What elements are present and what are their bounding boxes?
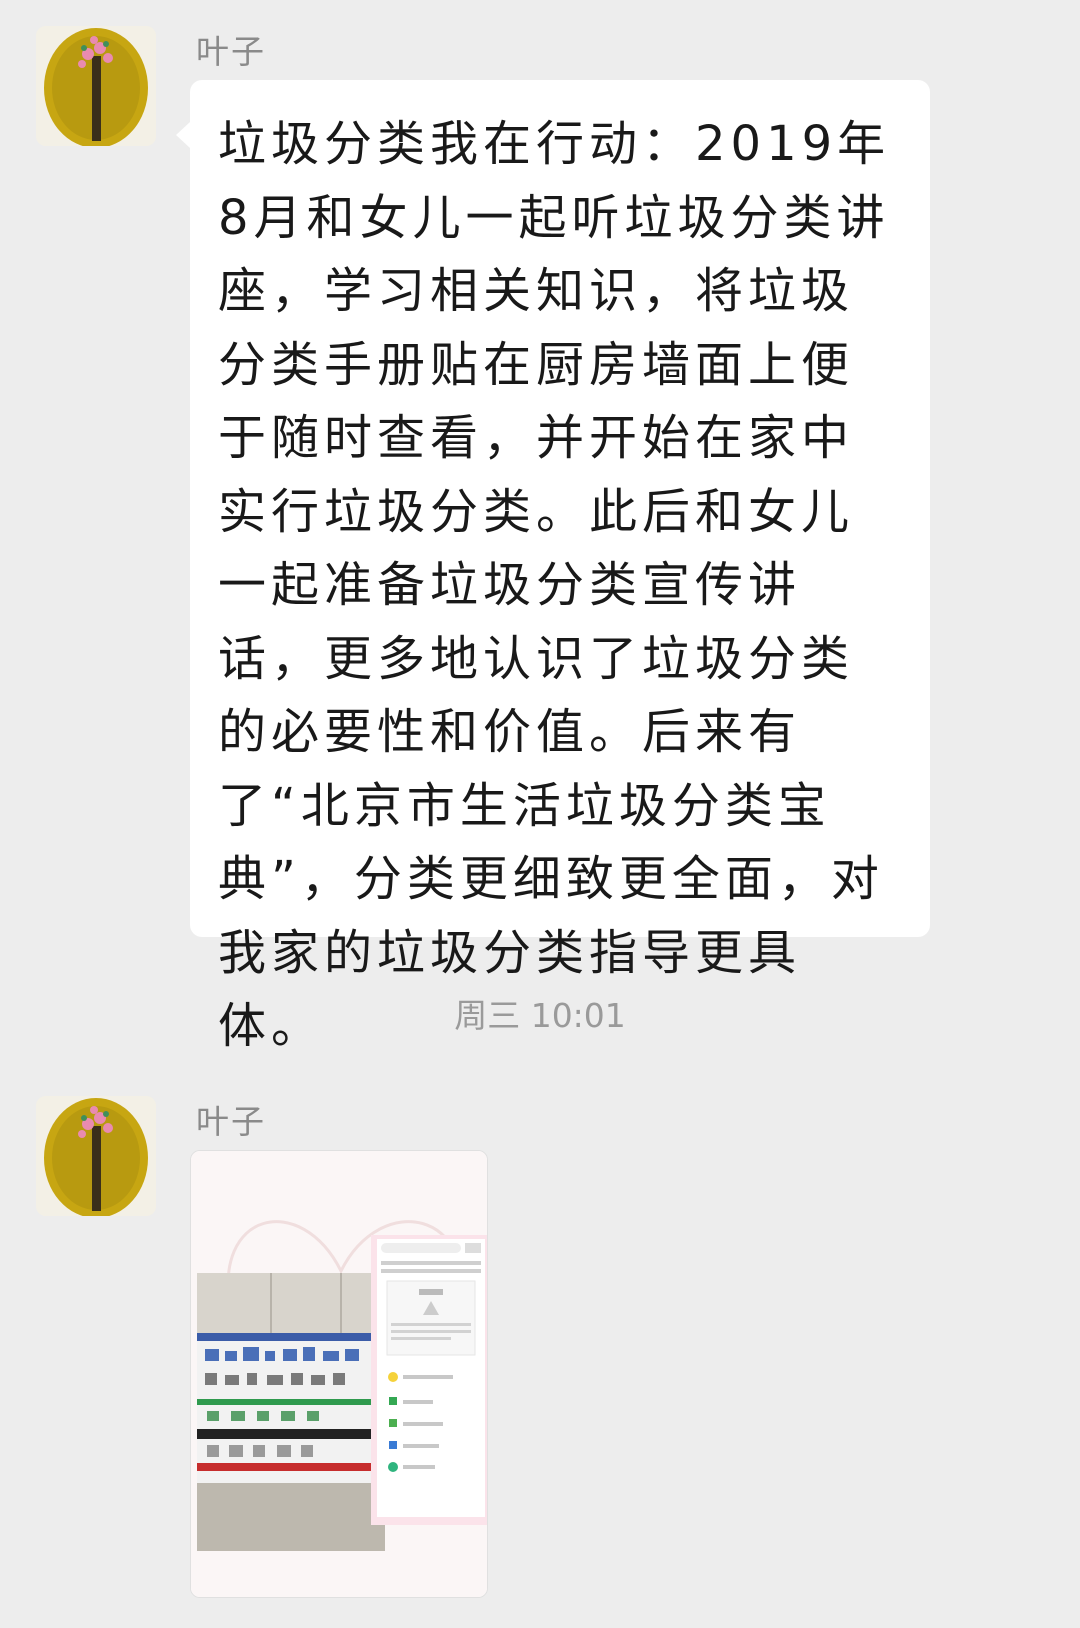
sender-name: 叶子 [196,32,266,71]
sender-name: 叶子 [196,1102,266,1141]
photo-thumbnail-icon [191,1151,487,1597]
avatar-image [36,26,156,146]
sender-avatar[interactable] [36,1096,156,1216]
message-bubble[interactable]: 垃圾分类我在行动：2019年8月和女儿一起听垃圾分类讲座，学习相关知识，将垃圾分… [176,80,930,1054]
message-text: 垃圾分类我在行动：2019年8月和女儿一起听垃圾分类讲座，学习相关知识，将垃圾分… [218,116,891,1054]
timestamp: 周三 10:01 [454,996,626,1035]
avatar-image [36,1096,156,1216]
sender-avatar[interactable] [36,26,156,146]
image-message[interactable] [190,1150,488,1598]
